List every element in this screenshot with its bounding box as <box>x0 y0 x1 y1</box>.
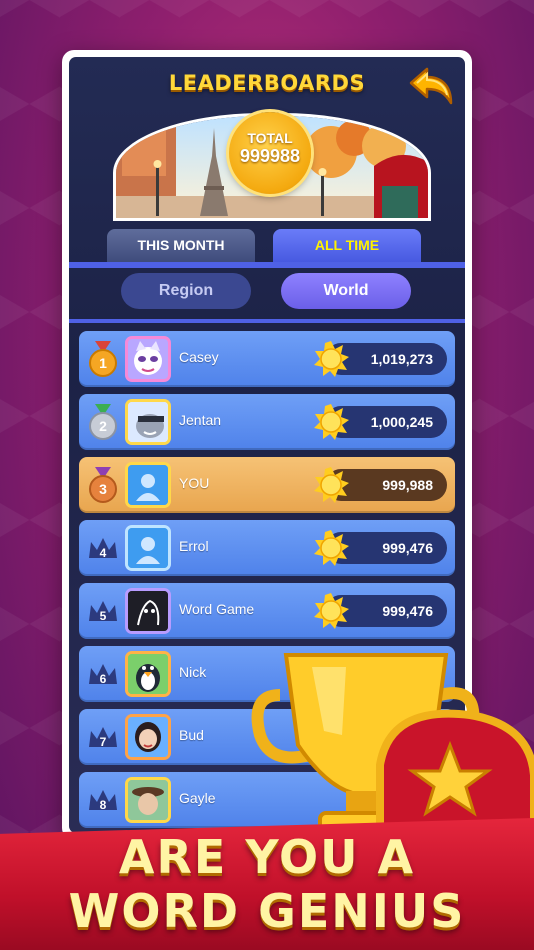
world-toggle[interactable]: World <box>281 273 411 309</box>
player-name: Jentan <box>179 412 222 428</box>
avatar <box>125 777 171 823</box>
player-score: 999,476 <box>314 530 447 566</box>
avatar <box>125 336 171 382</box>
player-name: Bud <box>179 727 204 743</box>
back-button[interactable] <box>403 63 459 111</box>
crown-icon: 6 <box>89 664 117 686</box>
leaderboard-row[interactable]: 5 Word Game 999,476 <box>79 583 455 639</box>
cat-avatar-icon <box>134 341 162 375</box>
leaderboard-row[interactable]: 4 Errol 999,476 <box>79 520 455 576</box>
avatar <box>125 399 171 445</box>
girl-avatar-icon <box>128 717 168 757</box>
avatar <box>125 525 171 571</box>
trophy-icon <box>251 653 534 845</box>
score-value: 999,476 <box>382 603 433 619</box>
player-name: Word Game <box>179 601 255 617</box>
player-score: 1,000,245 <box>314 404 447 440</box>
score-value: 1,019,273 <box>370 351 433 367</box>
player-score: 999,988 <box>314 467 447 503</box>
player-score: 999,476 <box>314 593 447 629</box>
coin-icon <box>314 530 349 566</box>
crown-icon: 7 <box>89 727 117 749</box>
region-toggle[interactable]: Region <box>121 273 251 309</box>
rank-number: 2 <box>99 418 107 434</box>
rank-number: 4 <box>100 546 107 560</box>
coin-icon <box>314 593 349 629</box>
avatar <box>125 462 171 508</box>
leaderboard-row[interactable]: 2 Jentan 1,000,245 <box>79 394 455 450</box>
player-name: Casey <box>179 349 219 365</box>
crown-icon: 8 <box>89 790 117 812</box>
rank-number: 5 <box>100 609 107 623</box>
tab-all-time[interactable]: ALL TIME <box>273 229 421 263</box>
hat-avatar-icon <box>128 780 168 820</box>
silver-medal-icon: 2 <box>89 404 117 440</box>
coin-icon <box>314 467 349 503</box>
leaderboard-row-self[interactable]: 3 YOU 999,988 <box>79 457 455 513</box>
user-placeholder-icon <box>128 528 168 568</box>
leaderboard-row[interactable]: 1 Casey 1,019,273 <box>79 331 455 387</box>
crown-icon: 5 <box>89 601 117 623</box>
total-score-badge: TOTAL 999988 <box>229 112 311 194</box>
tab-divider <box>69 262 465 268</box>
back-arrow-icon <box>409 67 453 105</box>
player-name: Errol <box>179 538 209 554</box>
crown-icon: 4 <box>89 538 117 560</box>
avatar <box>125 651 171 697</box>
total-value: 999988 <box>239 146 301 166</box>
rank-number: 3 <box>99 481 107 497</box>
coin-icon <box>314 404 349 440</box>
scope-divider <box>69 319 465 323</box>
score-value: 999,988 <box>382 477 433 493</box>
bronze-medal-icon: 3 <box>89 467 117 503</box>
penguin-avatar-icon <box>128 654 168 694</box>
rank-number: 8 <box>100 798 107 812</box>
leaderboard-header: LEADERBOARDS TOTAL 999988 THIS MONTH ALL… <box>69 57 465 323</box>
gold-medal-icon: 1 <box>89 341 117 377</box>
slogan-line-2: WORD GENIUS <box>68 884 466 938</box>
avatar <box>125 588 171 634</box>
bulldog-avatar-icon <box>128 402 168 442</box>
avatar <box>125 714 171 760</box>
total-label: TOTAL <box>247 130 293 146</box>
player-score: 1,019,273 <box>314 341 447 377</box>
rank-number: 7 <box>100 735 107 749</box>
player-name: Nick <box>179 664 207 680</box>
user-placeholder-icon <box>128 465 168 505</box>
coin-icon <box>314 341 349 377</box>
player-name: YOU <box>179 475 210 491</box>
tab-this-month[interactable]: THIS MONTH <box>107 229 255 263</box>
rank-number: 1 <box>99 355 107 371</box>
score-value: 1,000,245 <box>370 414 433 430</box>
rank-number: 6 <box>100 672 107 686</box>
sketch-avatar-icon <box>128 591 168 631</box>
player-name: Gayle <box>179 790 216 806</box>
slogan-line-1: ARE YOU A <box>118 830 416 884</box>
score-value: 999,476 <box>382 540 433 556</box>
